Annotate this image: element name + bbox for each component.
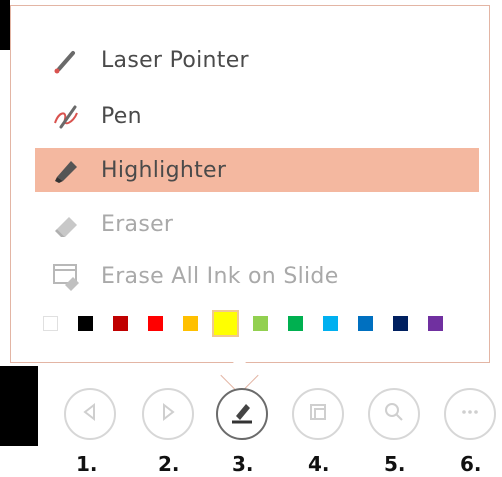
pointer-options-popup: Laser Pointer Pen Highlighter Eraser Era…	[10, 5, 490, 363]
next-button[interactable]	[142, 388, 194, 440]
color-swatch[interactable]	[358, 316, 373, 331]
menu-item-eraser[interactable]: Eraser	[35, 202, 479, 246]
zoom-button[interactable]	[368, 388, 420, 440]
more-options-icon	[458, 400, 482, 428]
laser-pointer-icon	[47, 45, 85, 75]
highlighter-icon	[47, 155, 85, 185]
menu-item-label: Laser Pointer	[101, 47, 249, 73]
more-options-button[interactable]	[444, 388, 496, 440]
eraser-icon	[47, 209, 85, 239]
erase-all-ink-icon	[47, 261, 85, 291]
color-swatch[interactable]	[288, 316, 303, 331]
color-swatch[interactable]	[212, 310, 239, 337]
next-icon	[156, 400, 180, 428]
menu-item-label: Highlighter	[101, 157, 227, 183]
menu-item-label: Eraser	[101, 211, 174, 237]
pen-tool-button[interactable]	[216, 388, 268, 440]
menu-item-pen[interactable]: Pen	[35, 94, 479, 138]
step-label-1: 1.	[76, 452, 98, 476]
step-label-6: 6.	[460, 452, 482, 476]
color-swatch[interactable]	[428, 316, 443, 331]
menu-item-laser-pointer[interactable]: Laser Pointer	[35, 38, 479, 82]
color-swatch[interactable]	[253, 316, 268, 331]
color-swatch[interactable]	[183, 316, 198, 331]
background-edge	[0, 0, 10, 50]
previous-button[interactable]	[64, 388, 116, 440]
see-all-slides-button[interactable]	[292, 388, 344, 440]
color-swatch[interactable]	[43, 316, 58, 331]
menu-item-label: Erase All Ink on Slide	[101, 263, 339, 289]
ink-color-palette	[39, 308, 479, 338]
color-swatch[interactable]	[113, 316, 128, 331]
pen-icon	[47, 101, 85, 131]
see-all-slides-icon	[306, 400, 330, 428]
color-swatch[interactable]	[393, 316, 408, 331]
menu-item-highlighter[interactable]: Highlighter	[35, 148, 479, 192]
menu-item-erase-all-ink[interactable]: Erase All Ink on Slide	[35, 254, 479, 298]
previous-icon	[78, 400, 102, 428]
step-label-5: 5.	[384, 452, 406, 476]
color-swatch[interactable]	[78, 316, 93, 331]
step-label-4: 4.	[308, 452, 330, 476]
color-swatch[interactable]	[148, 316, 163, 331]
background-slide-edge	[0, 366, 38, 446]
zoom-icon	[382, 400, 406, 428]
step-label-3: 3.	[232, 452, 254, 476]
menu-item-label: Pen	[101, 103, 142, 129]
step-label-2: 2.	[158, 452, 180, 476]
color-swatch[interactable]	[323, 316, 338, 331]
pen-tool-icon	[228, 398, 256, 430]
